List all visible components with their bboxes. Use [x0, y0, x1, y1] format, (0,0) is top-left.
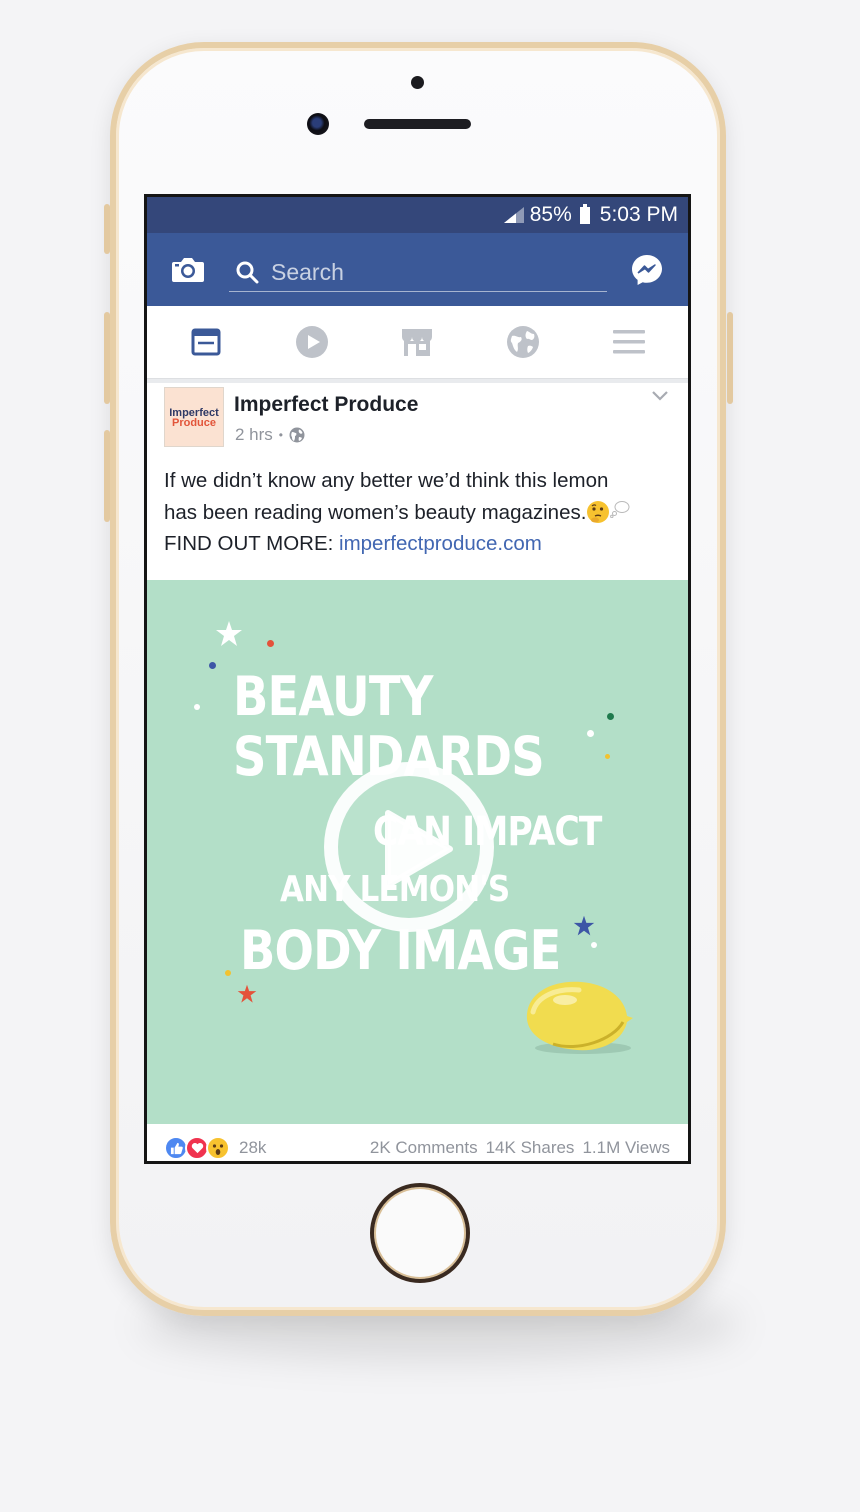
views-count: 1.1M Views [582, 1138, 670, 1157]
marketplace-icon [402, 329, 433, 356]
earpiece-speaker [364, 119, 471, 129]
search-input[interactable] [269, 257, 593, 287]
reactions-summary[interactable]: 28k [164, 1136, 266, 1160]
power-button [727, 312, 733, 404]
messenger-icon[interactable] [630, 253, 664, 287]
tab-marketplace[interactable] [387, 319, 447, 365]
post-link[interactable]: imperfectproduce.com [339, 532, 542, 555]
page-name-link[interactable]: Imperfect Produce [234, 393, 418, 417]
post-text-line1: If we didn’t know any better we’d think … [164, 469, 609, 492]
confetti-dot [209, 662, 216, 669]
chevron-down-icon[interactable] [650, 389, 670, 403]
search-icon [236, 261, 259, 284]
post-text-line2: has been reading women’s beauty magazine… [164, 500, 587, 524]
battery-percent: 85% [529, 203, 572, 226]
search-bar[interactable] [229, 253, 607, 292]
reaction-count: 28k [239, 1138, 267, 1157]
thinking-emoji-icon [587, 500, 610, 523]
play-button[interactable] [324, 762, 494, 932]
logo-line2: Produce [171, 417, 216, 429]
camera-icon[interactable] [171, 255, 205, 283]
volume-up-button [104, 312, 110, 404]
tab-video[interactable] [282, 319, 342, 365]
battery-icon [579, 203, 590, 224]
play-icon [385, 810, 453, 888]
video-title-line5: BODY IMAGE [240, 919, 561, 982]
front-camera [307, 113, 329, 135]
menu-icon [613, 330, 646, 354]
video-icon [295, 326, 328, 358]
home-button[interactable] [370, 1183, 470, 1283]
signal-icon [503, 207, 524, 223]
confetti-dot [607, 713, 614, 720]
clock: 5:03 PM [599, 203, 678, 226]
wow-icon [206, 1136, 230, 1160]
post-meta: 2 hrs • [235, 425, 305, 445]
post-stats: 2K Comments 14K Shares 1.1M Views [370, 1138, 670, 1158]
post-time[interactable]: 2 hrs [235, 425, 273, 445]
page-avatar[interactable]: Imperfect Produce [164, 387, 224, 447]
red-star-icon [237, 984, 257, 1003]
shares-count[interactable]: 14K Shares [486, 1138, 575, 1158]
white-star-icon [216, 621, 242, 646]
confetti-dot [605, 754, 610, 759]
notifications-globe-icon [507, 326, 540, 358]
tab-notifications[interactable] [493, 319, 553, 365]
app-header [147, 233, 688, 306]
thought-bubble-icon [610, 500, 630, 518]
lemon-image [526, 981, 633, 1054]
volume-down-button [104, 430, 110, 522]
video-title-line1: BEAUTY [233, 665, 433, 728]
comments-count[interactable]: 2K Comments [370, 1138, 478, 1158]
status-bar: 85% 5:03 PM [147, 197, 688, 233]
post-text-line3: FIND OUT MORE: [164, 532, 340, 555]
tab-news-feed[interactable] [176, 319, 236, 365]
blue-star-icon [573, 915, 595, 936]
video-player[interactable]: BEAUTY STANDARDS CAN IMPACT ANY LEMON'S … [147, 580, 688, 1124]
meta-separator: • [278, 428, 283, 442]
proximity-sensor [411, 76, 424, 89]
tab-bar [147, 306, 688, 379]
tab-menu[interactable] [599, 319, 659, 365]
confetti-dot [267, 640, 274, 647]
confetti-dot [587, 730, 594, 737]
post-text: If we didn’t know any better we’d think … [147, 455, 688, 580]
post-header: Imperfect Produce Imperfect Produce 2 hr… [147, 383, 688, 455]
mute-switch [104, 204, 110, 254]
phone-screen: 85% 5:03 PM Search Imperfect Produce Imp… [144, 194, 691, 1164]
globe-icon [289, 427, 305, 443]
confetti-dot [225, 970, 231, 976]
post-footer: 28k 2K Comments 14K Shares 1.1M Views [147, 1124, 688, 1161]
news-feed-icon [191, 328, 221, 356]
confetti-dot [591, 942, 597, 948]
confetti-dot [194, 704, 200, 710]
